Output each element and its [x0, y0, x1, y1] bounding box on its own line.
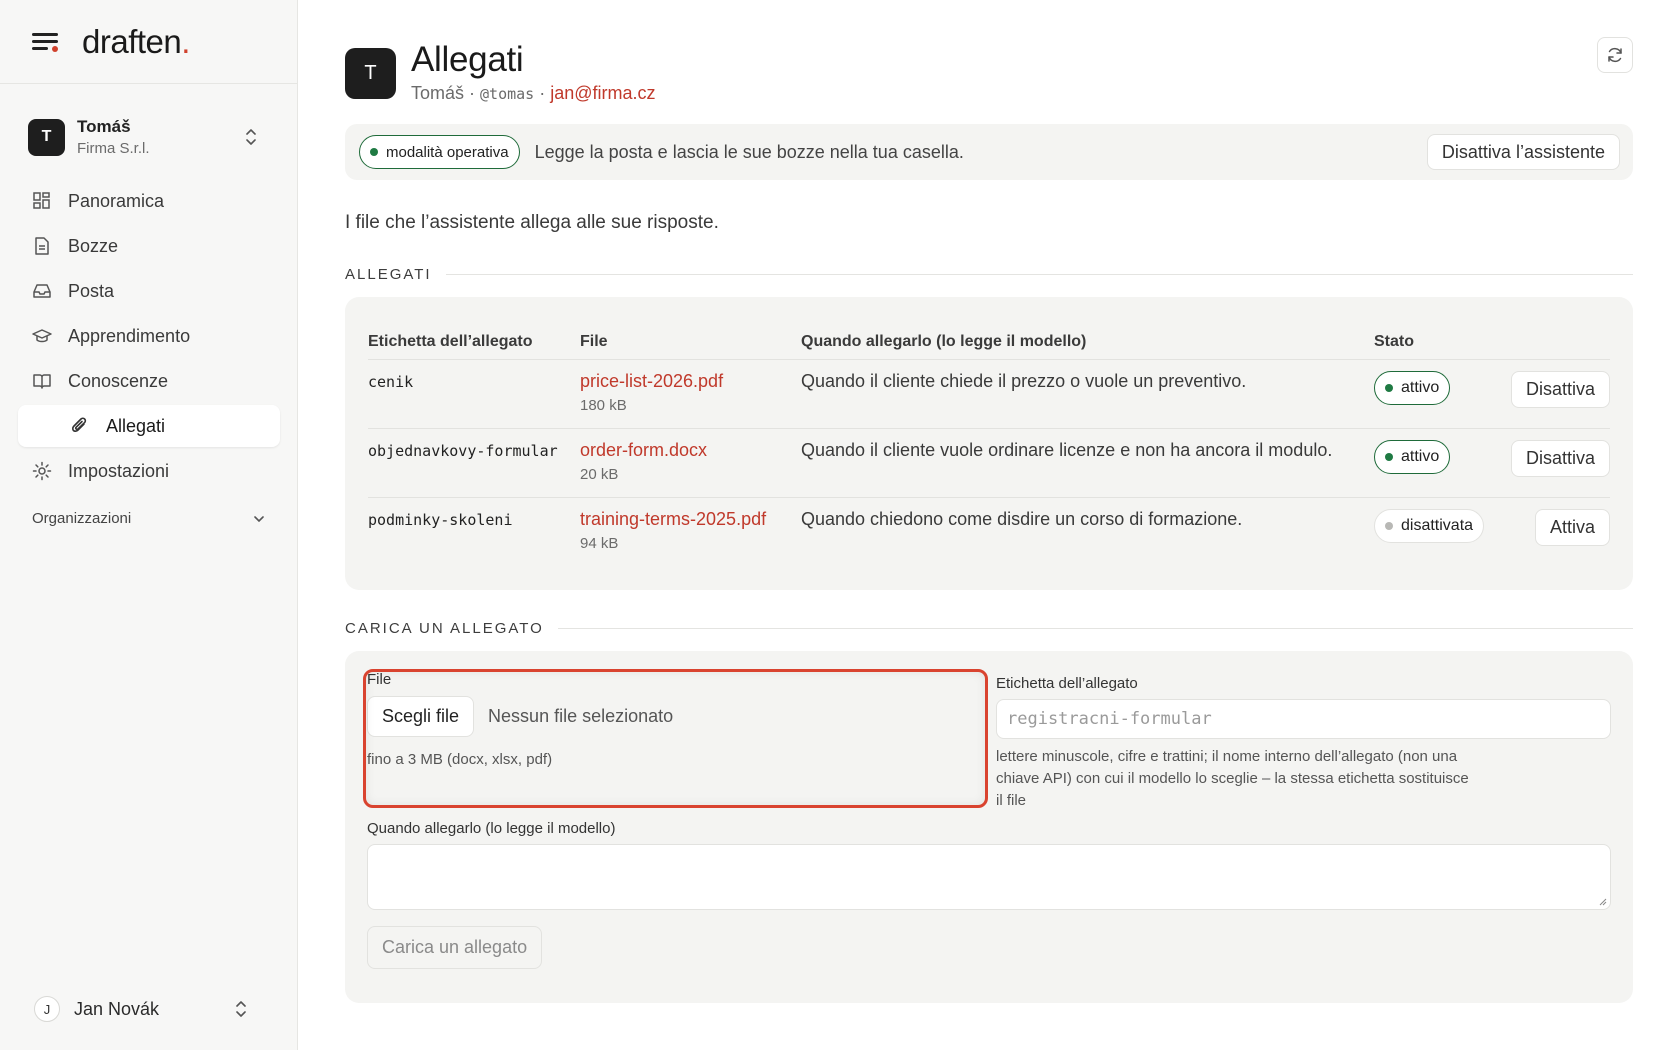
account-company: Firma S.r.l. [77, 140, 150, 157]
page-meta: Tomáš · @tomas · jan@firma.cz [411, 83, 656, 103]
organizations-label: Organizzazioni [32, 510, 132, 527]
header-handle: @tomas [480, 85, 535, 103]
sidebar-item-settings[interactable]: Impostazioni [18, 450, 280, 492]
sidebar-item-label: Posta [68, 280, 115, 301]
upload-card: File Scegli file Nessun file selezionato… [345, 651, 1633, 1003]
choose-file-button[interactable]: Scegli file [367, 696, 475, 737]
logo[interactable]: draften. [82, 23, 190, 61]
header-name: Tomáš [411, 83, 465, 103]
sidebar-item-label: Apprendimento [68, 325, 191, 346]
sidebar-item-label: Panoramica [68, 190, 165, 211]
attachment-size: 94 kB [580, 534, 619, 552]
page-header: T Allegati Tomáš · @tomas · jan@firma.cz [345, 38, 656, 104]
status-badge: attivo [1374, 439, 1451, 474]
when-label: Quando allegarlo (lo legge il modello) [367, 820, 616, 837]
attachment-label: objednavkovy-formular [368, 428, 580, 498]
chevron-updown-icon [246, 129, 256, 145]
sidebar-item-label: Allegati [106, 415, 166, 436]
dashboard-icon [32, 191, 52, 211]
deactivate-assistant-button[interactable]: Disattiva l’assistente [1426, 134, 1620, 170]
document-icon [32, 236, 52, 256]
upload-section-title: CARICA UN ALLEGATO [345, 620, 1633, 637]
status-badge: attivo [1374, 370, 1451, 405]
attachment-when: Quando il cliente chiede il prezzo o vuo… [801, 359, 1374, 429]
table-row: podminky-skoleni training-terms-2025.pdf… [368, 497, 1610, 566]
attachment-label: podminky-skoleni [368, 510, 513, 529]
sidebar-item-label: Conoscenze [68, 370, 169, 391]
deactivate-button[interactable]: Disattiva [1510, 439, 1610, 477]
file-label: File [367, 671, 392, 688]
when-field: Quando allegarlo (lo legge il modello) [367, 820, 1611, 910]
tag-input[interactable]: registracni-formular [996, 699, 1611, 739]
chevron-updown-icon [236, 1001, 246, 1017]
attachments-section-title: ALLEGATI [345, 266, 1633, 283]
sidebar-item-attachments[interactable]: Allegati [18, 405, 280, 447]
activate-button[interactable]: Attiva [1534, 508, 1610, 546]
file-field: File Scegli file Nessun file selezionato… [367, 671, 985, 807]
table-row: cenik price-list-2026.pdf 180 kB Quando i… [368, 359, 1610, 429]
column-header-status: Stato [1374, 321, 1494, 360]
file-hint: fino a 3 MB (docx, xlsx, pdf) [367, 751, 553, 768]
graduation-cap-icon [32, 326, 52, 346]
chevron-down-icon [254, 515, 264, 522]
page-avatar: T [345, 48, 396, 99]
attachment-file-link[interactable]: order-form.docx [580, 440, 801, 461]
attachment-when: Quando chiedono come disdire un corso di… [801, 508, 1243, 529]
page-intro: I file che l’assistente allega alle sue … [345, 212, 719, 233]
refresh-button[interactable] [1597, 37, 1633, 73]
assistant-status-banner: modalità operativa Legge la posta e lasc… [345, 124, 1633, 180]
tag-label: Etichetta dell’allegato [996, 675, 1138, 692]
sidebar-item-knowledge[interactable]: Conoscenze [18, 360, 280, 402]
sidebar: draften. T Tomáš Firma S.r.l. Panoramica… [0, 0, 298, 1050]
column-header-file: File [580, 321, 801, 360]
sidebar-item-label: Bozze [68, 235, 119, 256]
column-header-label: Etichetta dell’allegato [368, 321, 580, 360]
attachment-file-link[interactable]: price-list-2026.pdf [580, 371, 801, 392]
account-avatar: T [28, 118, 65, 156]
no-file-text: Nessun file selezionato [488, 706, 674, 726]
paperclip-icon [70, 416, 90, 436]
brand-bar: draften. [0, 0, 297, 84]
attachment-label: cenik [368, 359, 580, 429]
attachment-file-link[interactable]: training-terms-2025.pdf [580, 509, 801, 530]
user-avatar: J [34, 996, 60, 1022]
banner-text: Legge la posta e lascia le sue bozze nel… [534, 141, 964, 162]
tag-field: Etichetta dell’allegato registracni-form… [996, 675, 1611, 812]
resize-grip-icon[interactable] [1597, 896, 1607, 906]
table-row: objednavkovy-formular order-form.docx 20 … [368, 428, 1610, 498]
when-textarea[interactable] [367, 844, 1611, 910]
tag-hint: lettere minuscole, cifre e trattini; il … [996, 748, 1469, 809]
attachments-table: Etichetta dell’allegato File Quando alle… [368, 321, 1610, 566]
sidebar-item-overview[interactable]: Panoramica [18, 180, 280, 222]
attachment-size: 20 kB [580, 465, 619, 483]
deactivate-button[interactable]: Disattiva [1510, 370, 1610, 408]
column-header-when: Quando allegarlo (lo legge il modello) [801, 321, 1374, 360]
account-name: Tomáš [77, 117, 131, 136]
mode-badge: modalità operativa [359, 135, 520, 169]
sidebar-nav: Panoramica Bozze Posta Apprendimento Con… [18, 180, 280, 495]
gear-icon [32, 461, 52, 481]
page-title: Allegati [411, 40, 524, 79]
user-name: Jan Novák [74, 998, 160, 1019]
user-menu[interactable]: J Jan Novák [34, 994, 270, 1024]
sidebar-item-label: Impostazioni [68, 460, 170, 481]
sidebar-item-drafts[interactable]: Bozze [18, 225, 280, 267]
attachments-card: Etichetta dell’allegato File Quando alle… [345, 297, 1633, 590]
organizations-toggle[interactable]: Organizzazioni [32, 510, 266, 527]
status-dot [370, 148, 378, 156]
sidebar-item-mail[interactable]: Posta [18, 270, 280, 312]
inbox-icon [32, 281, 52, 301]
menu-icon[interactable] [32, 31, 60, 53]
status-badge: disattivata [1374, 508, 1485, 543]
header-email-link[interactable]: jan@firma.cz [550, 83, 655, 103]
sidebar-item-learning[interactable]: Apprendimento [18, 315, 280, 357]
refresh-icon [1608, 47, 1622, 63]
attachment-when: Quando il cliente vuole ordinare licenze… [801, 428, 1374, 498]
upload-attachment-button[interactable]: Carica un allegato [367, 926, 543, 969]
attachment-size: 180 kB [580, 396, 627, 414]
book-icon [32, 371, 52, 391]
account-switcher[interactable]: T Tomáš Firma S.r.l. [28, 116, 270, 158]
